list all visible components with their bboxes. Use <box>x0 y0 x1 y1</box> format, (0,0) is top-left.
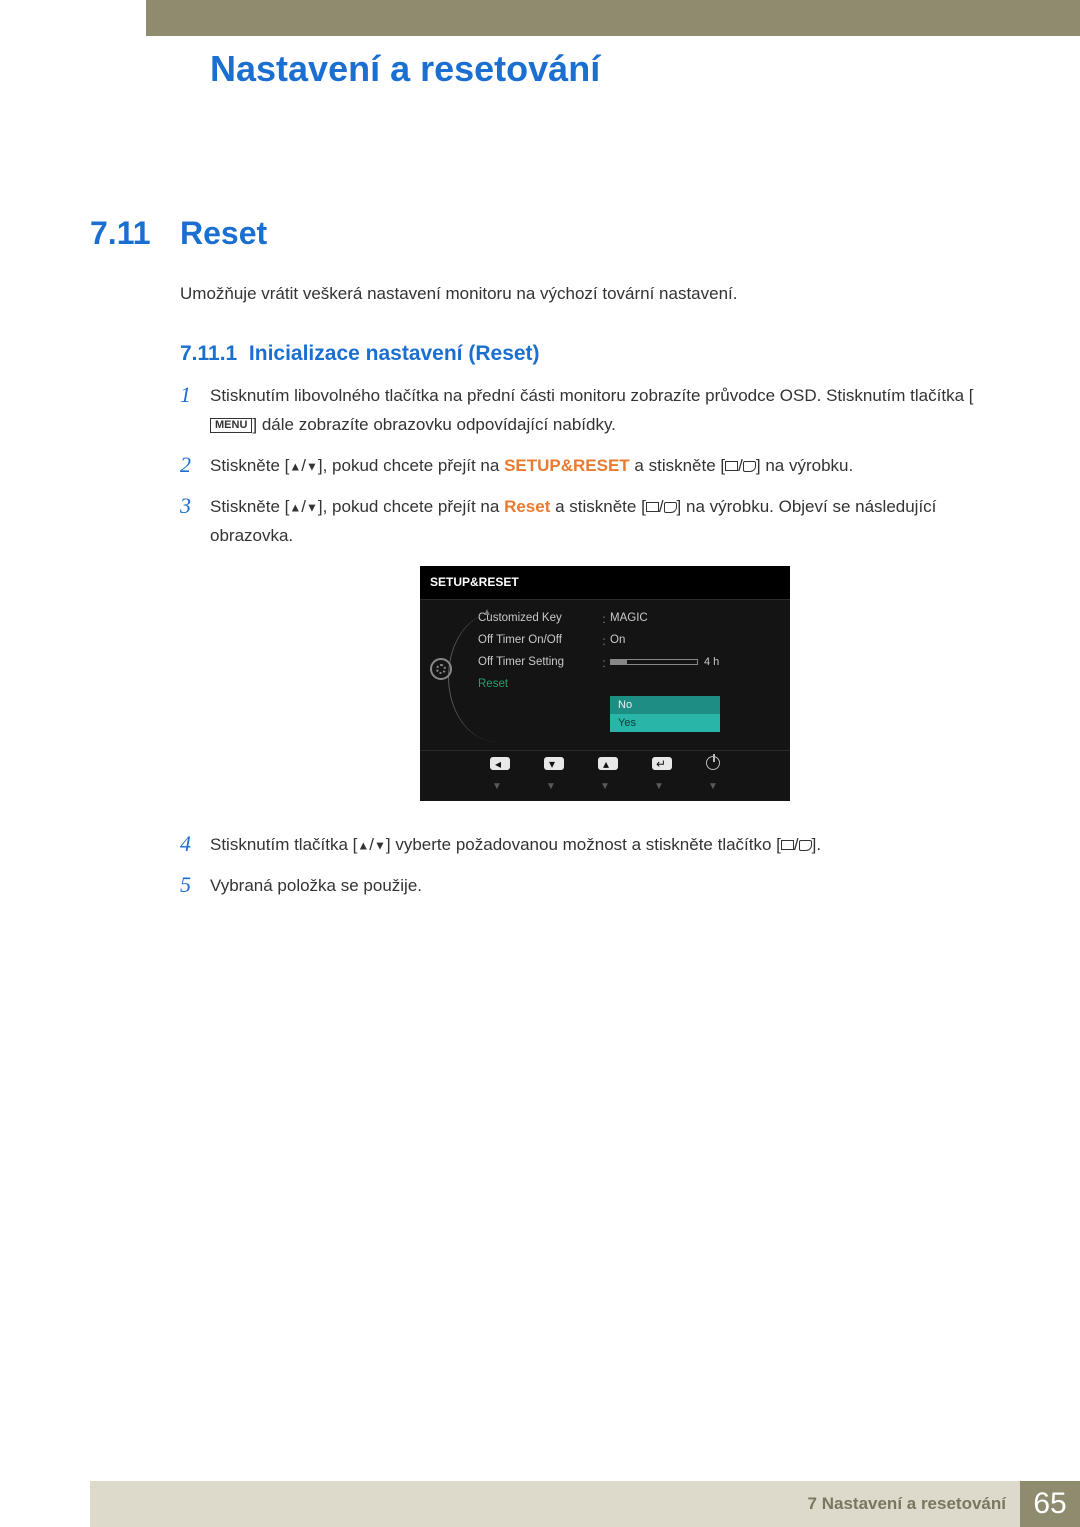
osd-back-icon <box>490 757 510 770</box>
triangle-down-icon: ▼ <box>306 500 318 514</box>
step-text: Stisknutím tlačítka [▲/▼] vyberte požado… <box>210 831 821 860</box>
enter-icon <box>743 461 756 472</box>
text: a stiskněte [ <box>630 456 725 475</box>
dropdown-option-no: No <box>610 696 720 714</box>
triangle-down-icon: ▼ <box>374 838 386 852</box>
text: Stisknutím libovolného tlačítka na předn… <box>210 386 973 405</box>
step-text: Vybraná položka se použije. <box>210 872 422 901</box>
step-number: 1 <box>180 382 210 440</box>
triangle-down-icon: ▼ <box>306 459 318 473</box>
colon: : <box>598 653 610 673</box>
text: Stiskněte [ <box>210 497 289 516</box>
text: ]. <box>812 835 821 854</box>
text: ] dále zobrazíte obrazovku odpovídající … <box>252 415 616 434</box>
text: Stiskněte [ <box>210 456 289 475</box>
page-footer: 7 Nastavení a resetování 65 <box>90 1481 1080 1527</box>
step-number: 5 <box>180 872 210 901</box>
section-number: 7.11 <box>90 215 151 252</box>
tick-icon: ▼ <box>487 778 507 795</box>
osd-footer-icons <box>420 750 790 778</box>
text: ] na výrobku. <box>756 456 853 475</box>
footer-chapter-label: 7 Nastavení a resetování <box>808 1494 1006 1514</box>
step-number: 3 <box>180 493 210 819</box>
subsection-title: Inicializace nastavení (Reset) <box>249 342 540 365</box>
osd-row-customized-key: Customized Key : MAGIC <box>478 608 776 630</box>
osd-power-icon <box>706 756 720 770</box>
steps-list: 1 Stisknutím libovolného tlačítka na pře… <box>180 382 990 913</box>
enter-icon <box>664 502 677 513</box>
tick-icon: ▼ <box>541 778 561 795</box>
osd-down-icon <box>544 757 564 770</box>
osd-value: 4 h <box>610 653 719 673</box>
tick-icon: ▼ <box>595 778 615 795</box>
text: ] vyberte požadovanou možnost a stisknět… <box>386 835 781 854</box>
osd-menu-items: Customized Key : MAGIC Off Timer On/Off … <box>478 608 776 732</box>
osd-row-off-timer-setting: Off Timer Setting : 4 h <box>478 652 776 674</box>
osd-value: MAGIC <box>610 609 648 629</box>
step-number: 4 <box>180 831 210 860</box>
menu-target: Reset <box>504 497 550 516</box>
text: ], pokud chcete přejít na <box>318 456 504 475</box>
section-intro: Umožňuje vrátit veškerá nastavení monito… <box>180 284 738 304</box>
dropdown-option-yes: Yes <box>610 714 720 732</box>
subsection-number: 7.11.1 <box>180 342 237 365</box>
step-3: 3 Stiskněte [▲/▼], pokud chcete přejít n… <box>180 493 990 819</box>
osd-footer-ticks: ▼ ▼ ▼ ▼ ▼ <box>420 778 790 801</box>
osd-screenshot: SETUP&RESET ▲ Customized Key : MAGIC Off… <box>420 566 790 800</box>
rectangle-icon <box>725 461 738 471</box>
triangle-up-icon: ▲ <box>289 500 301 514</box>
triangle-up-icon: ▲ <box>289 459 301 473</box>
osd-title: SETUP&RESET <box>420 566 790 599</box>
tick-icon: ▼ <box>649 778 669 795</box>
step-text: Stisknutím libovolného tlačítka na předn… <box>210 382 990 440</box>
colon: : <box>598 631 610 651</box>
text: a stiskněte [ <box>550 497 645 516</box>
slider-icon <box>610 659 698 665</box>
step-text: Stiskněte [▲/▼], pokud chcete přejít na … <box>210 452 853 481</box>
subsection-heading: 7.11.1 Inicializace nastavení (Reset) <box>180 342 540 366</box>
menu-button-label: MENU <box>210 418 252 433</box>
slider-value: 4 h <box>704 656 719 668</box>
osd-up-icon <box>598 757 618 770</box>
step-5: 5 Vybraná položka se použije. <box>180 872 990 901</box>
step-1: 1 Stisknutím libovolného tlačítka na pře… <box>180 382 990 440</box>
section-title: Reset <box>180 215 267 252</box>
chapter-tab <box>90 0 146 56</box>
rectangle-icon <box>781 840 794 850</box>
osd-row-reset: Reset <box>478 674 776 696</box>
text: ], pokud chcete přejít na <box>318 497 504 516</box>
menu-target: SETUP&RESET <box>504 456 630 475</box>
osd-row-off-timer-onoff: Off Timer On/Off : On <box>478 630 776 652</box>
osd-enter-icon <box>652 757 672 770</box>
text: Stisknutím tlačítka [ <box>210 835 357 854</box>
osd-value: On <box>610 631 625 651</box>
osd-arc-decoration <box>448 612 508 742</box>
chapter-title: Nastavení a resetování <box>210 48 600 90</box>
rectangle-icon <box>646 502 659 512</box>
gear-icon <box>430 658 452 680</box>
osd-reset-dropdown: No Yes <box>610 696 720 732</box>
triangle-up-icon: ▲ <box>357 838 369 852</box>
step-2: 2 Stiskněte [▲/▼], pokud chcete přejít n… <box>180 452 990 481</box>
osd-body: ▲ Customized Key : MAGIC Off Timer On/Of… <box>420 600 790 750</box>
step-4: 4 Stisknutím tlačítka [▲/▼] vyberte poža… <box>180 831 990 860</box>
step-text: Stiskněte [▲/▼], pokud chcete přejít na … <box>210 493 990 819</box>
step-number: 2 <box>180 452 210 481</box>
tick-icon: ▼ <box>703 778 723 795</box>
colon: : <box>598 609 610 629</box>
enter-icon <box>799 840 812 851</box>
page-number: 65 <box>1020 1481 1080 1527</box>
header-bar <box>90 0 1080 36</box>
